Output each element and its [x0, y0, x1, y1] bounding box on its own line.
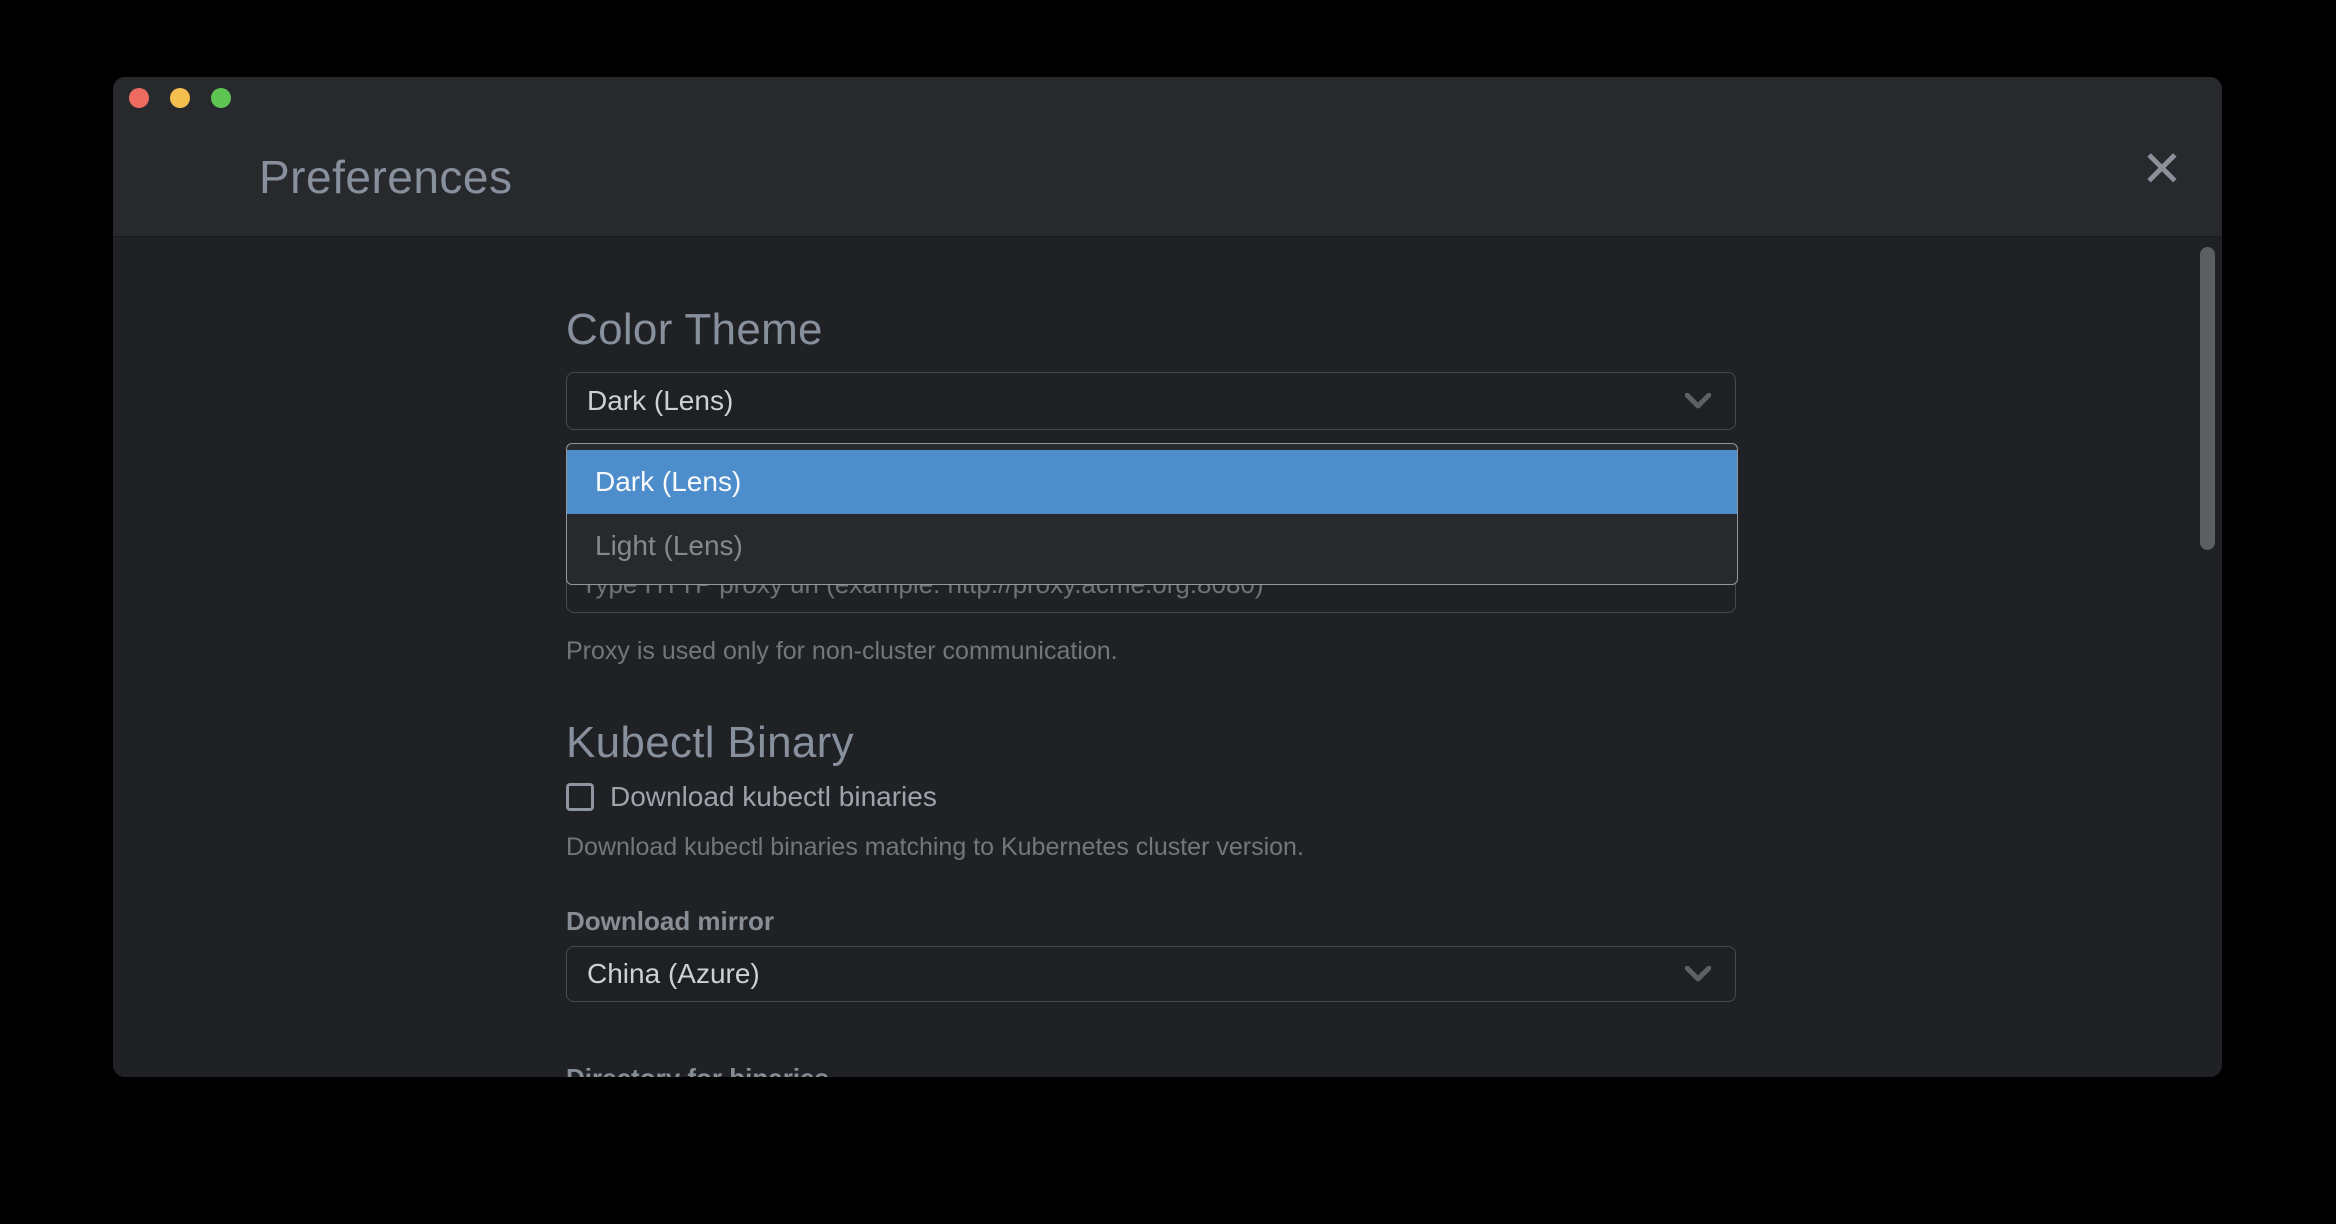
page-title: Preferences [259, 147, 513, 207]
chevron-down-icon [1685, 966, 1711, 982]
download-kubectl-checkbox[interactable] [566, 783, 594, 811]
chevron-down-icon [1685, 393, 1711, 409]
download-mirror-label: Download mirror [566, 906, 774, 937]
kubectl-helper-text: Download kubectl binaries matching to Ku… [566, 833, 1304, 862]
color-theme-select-value: Dark (Lens) [587, 385, 733, 417]
preferences-window: Preferences ✕ Color Theme Dark (Lens) Da… [113, 77, 2222, 1077]
color-theme-heading: Color Theme [566, 305, 823, 355]
proxy-helper-text: Proxy is used only for non-cluster commu… [566, 637, 1118, 666]
download-mirror-select[interactable]: China (Azure) [566, 946, 1736, 1002]
download-kubectl-checkbox-row[interactable]: Download kubectl binaries [566, 781, 937, 813]
close-icon[interactable]: ✕ [2136, 143, 2188, 195]
titlebar: Preferences ✕ [113, 77, 2222, 237]
kubectl-binary-heading: Kubectl Binary [566, 718, 854, 768]
dropdown-option-dark[interactable]: Dark (Lens) [567, 450, 1737, 514]
color-theme-select[interactable]: Dark (Lens) [566, 372, 1736, 430]
zoom-traffic-light-icon[interactable] [211, 88, 231, 108]
dropdown-option-light[interactable]: Light (Lens) [567, 514, 1737, 578]
scrollbar-thumb[interactable] [2200, 247, 2215, 550]
download-kubectl-checkbox-label: Download kubectl binaries [610, 781, 937, 813]
download-mirror-select-value: China (Azure) [587, 958, 760, 990]
color-theme-dropdown: Dark (Lens) Light (Lens) [566, 443, 1738, 585]
directory-for-binaries-label: Directory for binaries [566, 1063, 829, 1077]
minimize-traffic-light-icon[interactable] [170, 88, 190, 108]
close-traffic-light-icon[interactable] [129, 88, 149, 108]
traffic-lights [129, 88, 231, 108]
